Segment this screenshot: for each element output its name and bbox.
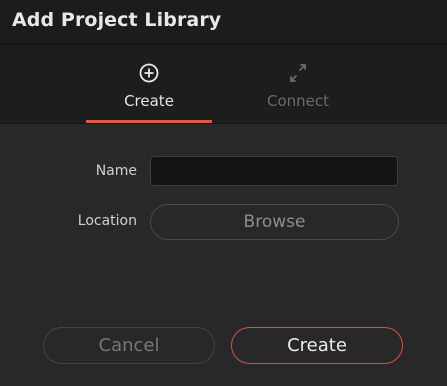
tab-connect-label: Connect <box>266 92 330 110</box>
tab-bar: Create Connect <box>0 45 447 124</box>
swap-arrows-icon <box>290 64 306 82</box>
browse-button[interactable]: Browse <box>150 204 399 240</box>
plus-circle-icon <box>139 63 159 83</box>
name-label: Name <box>95 163 137 179</box>
dialog-title: Add Project Library <box>12 9 222 31</box>
dialog-titlebar: Add Project Library <box>0 0 447 45</box>
name-input[interactable] <box>150 156 398 186</box>
location-label: Location <box>77 213 137 229</box>
tab-create[interactable]: Create <box>86 45 212 123</box>
tab-create-label: Create <box>124 92 174 110</box>
cancel-button[interactable]: Cancel <box>43 327 215 364</box>
active-tab-indicator <box>86 120 212 123</box>
add-project-library-dialog: Add Project Library Create Connect Name … <box>0 0 447 386</box>
tab-connect[interactable]: Connect <box>235 45 361 123</box>
create-button[interactable]: Create <box>231 327 403 364</box>
